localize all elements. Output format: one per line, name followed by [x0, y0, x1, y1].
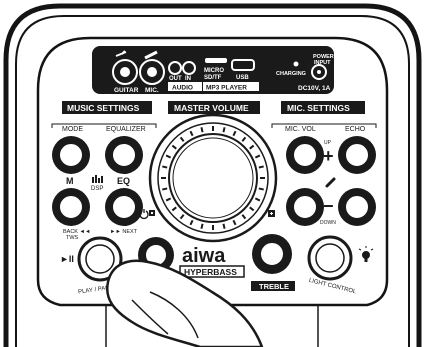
- mic-label: MIC.: [145, 87, 159, 94]
- guitar-jack[interactable]: [112, 59, 138, 85]
- next-knob[interactable]: [105, 188, 143, 226]
- echo-down-knob[interactable]: [338, 188, 376, 226]
- volume-tick: [162, 187, 168, 191]
- speaker-control-panel: GUITAR MIC. OUT IN AUDIO MICRO SD/TF USB…: [0, 0, 425, 347]
- treble-label: TREBLE: [259, 282, 289, 291]
- mic-vol-up-knob[interactable]: [286, 136, 324, 174]
- hyperbass-label: HYPERBASS: [184, 267, 237, 277]
- audio-label: AUDIO: [172, 85, 193, 92]
- volume-tick: [200, 127, 204, 133]
- usb-label: USB: [236, 75, 249, 81]
- plus-label: +: [323, 146, 334, 166]
- in-label: IN: [185, 76, 191, 82]
- back-knob[interactable]: [52, 188, 90, 226]
- audio-in-jack[interactable]: [182, 61, 196, 75]
- light-control-button[interactable]: [307, 235, 353, 281]
- minus-label: −: [323, 196, 334, 216]
- treble-knob[interactable]: [252, 234, 292, 274]
- eq-label: EQ: [117, 176, 130, 186]
- up-label: UP: [324, 140, 332, 146]
- music-settings-label: MUSIC SETTINGS: [67, 103, 140, 113]
- charging-led: [293, 61, 299, 67]
- mic-vol-down-knob[interactable]: [286, 188, 324, 226]
- down-label: DOWN: [320, 220, 336, 226]
- equalizer-knob[interactable]: [105, 136, 143, 174]
- aiwa-logo: aiwa: [182, 245, 226, 267]
- audio-out-jack[interactable]: [168, 61, 182, 75]
- input-label: INPUT: [314, 60, 331, 66]
- next-label: ►► NEXT: [110, 229, 138, 235]
- tws-label: TWS: [66, 235, 79, 241]
- mic-vol-label: MIC. VOL: [285, 126, 316, 133]
- guitar-label: GUITAR: [114, 87, 139, 94]
- volume-min-icon: [149, 210, 155, 216]
- dc-label: DC10V, 1A: [298, 85, 331, 92]
- sdtf-label: SD/TF: [204, 75, 222, 81]
- mode-knob[interactable]: [52, 136, 90, 174]
- charging-label: CHARGING: [276, 71, 306, 77]
- mp3-player-label: MP3 PLAYER: [206, 85, 247, 92]
- mic-jack[interactable]: [139, 59, 165, 85]
- micro-label: MICRO: [204, 68, 224, 74]
- volume-tick: [258, 165, 264, 169]
- echo-up-knob[interactable]: [338, 136, 376, 174]
- master-volume-label: MASTER VOLUME: [174, 103, 249, 113]
- volume-tick: [162, 165, 168, 169]
- play-icon-label: ►II: [60, 254, 74, 264]
- equalizer-label: EQUALIZER: [106, 126, 146, 133]
- volume-tick: [222, 127, 226, 133]
- power-input-jack[interactable]: [311, 64, 327, 80]
- mic-settings-label: MIC. SETTINGS: [287, 103, 350, 113]
- mode-label: MODE: [62, 126, 83, 133]
- m-label: M: [66, 176, 74, 186]
- volume-tick: [222, 223, 226, 229]
- microsd-slot[interactable]: [205, 58, 227, 63]
- volume-tick: [258, 187, 264, 191]
- volume-max-icon: [268, 210, 275, 217]
- echo-label: ECHO: [345, 126, 366, 133]
- dsp-label: DSP: [91, 186, 103, 192]
- volume-tick: [200, 223, 204, 229]
- master-volume-dial[interactable]: [148, 113, 278, 243]
- out-label: OUT: [169, 76, 182, 82]
